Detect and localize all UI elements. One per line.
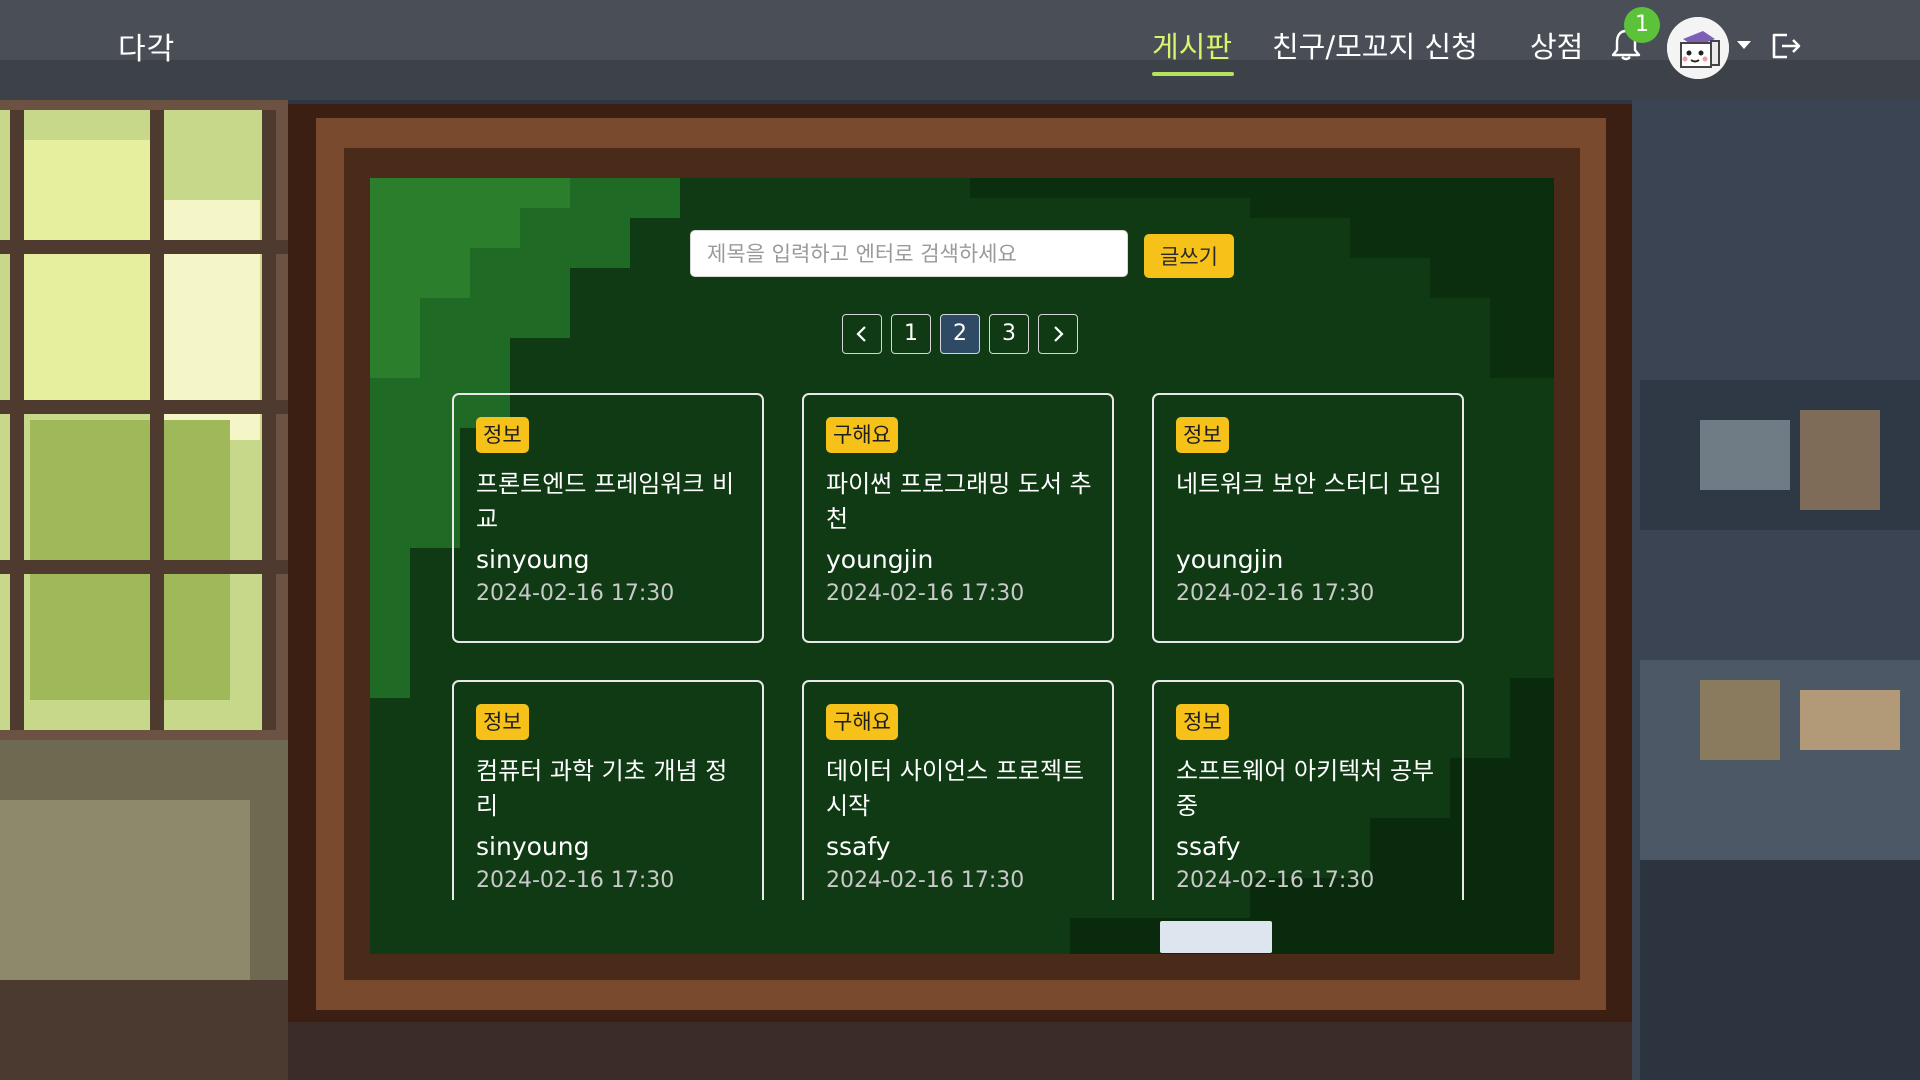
post-tag: 정보 <box>476 417 529 453</box>
post-title: 컴퓨터 과학 기초 개념 정리 <box>476 757 728 820</box>
pagination-prev-button[interactable] <box>842 314 882 354</box>
active-nav-indicator <box>1152 72 1234 76</box>
avatar-character-icon <box>1667 17 1729 79</box>
pagination-next-button[interactable] <box>1038 314 1078 354</box>
pagination-page-1[interactable]: 1 <box>891 314 931 354</box>
post-date: 2024-02-16 17:30 <box>826 581 1025 606</box>
post-tag: 정보 <box>1176 704 1229 740</box>
post-grid: 정보 프론트엔드 프레임워크 비교 sinyoung 2024-02-16 17… <box>440 380 1480 900</box>
write-button[interactable]: 글쓰기 <box>1144 234 1234 278</box>
post-author: ssafy <box>826 832 891 861</box>
post-date: 2024-02-16 17:30 <box>826 868 1025 893</box>
post-author: youngjin <box>826 545 934 574</box>
post-card[interactable]: 정보 프론트엔드 프레임워크 비교 sinyoung 2024-02-16 17… <box>452 393 764 643</box>
chevron-left-icon <box>856 326 866 342</box>
post-date: 2024-02-16 17:30 <box>476 581 675 606</box>
post-title: 소프트웨어 아키텍처 공부 중 <box>1176 757 1435 820</box>
post-title: 프론트엔드 프레임워크 비교 <box>476 470 735 533</box>
post-tag: 정보 <box>476 704 529 740</box>
horizontal-scrollbar-thumb[interactable] <box>1160 921 1272 953</box>
post-author: youngjin <box>1176 545 1284 574</box>
chevron-down-icon[interactable] <box>1735 38 1753 52</box>
post-date: 2024-02-16 17:30 <box>1176 868 1375 893</box>
post-title: 파이썬 프로그래밍 도서 추천 <box>826 470 1092 533</box>
post-title: 데이터 사이언스 프로젝트 시작 <box>826 757 1085 820</box>
post-tag: 정보 <box>1176 417 1229 453</box>
post-card[interactable]: 정보 소프트웨어 아키텍처 공부 중 ssafy 2024-02-16 17:3… <box>1152 680 1464 900</box>
chevron-right-icon <box>1054 326 1064 342</box>
logout-icon[interactable] <box>1769 30 1803 62</box>
pagination-page-3[interactable]: 3 <box>989 314 1029 354</box>
avatar[interactable] <box>1667 17 1729 79</box>
post-author: sinyoung <box>476 832 590 861</box>
app-logo[interactable]: 다각 <box>118 24 175 68</box>
post-card[interactable]: 구해요 파이썬 프로그래밍 도서 추천 youngjin 2024-02-16 … <box>802 393 1114 643</box>
post-date: 2024-02-16 17:30 <box>476 868 675 893</box>
post-date: 2024-02-16 17:30 <box>1176 581 1375 606</box>
nav-board[interactable]: 게시판 <box>1152 24 1232 66</box>
nav-shop[interactable]: 상점 <box>1530 24 1583 66</box>
top-navigation: 다각 게시판 친구/모꼬지 신청 상점 1 <box>0 0 1920 90</box>
post-card[interactable]: 정보 컴퓨터 과학 기초 개념 정리 sinyoung 2024-02-16 1… <box>452 680 764 900</box>
post-card[interactable]: 정보 네트워크 보안 스터디 모임 youngjin 2024-02-16 17… <box>1152 393 1464 643</box>
post-tag: 구해요 <box>826 417 898 453</box>
pagination-page-2-current[interactable]: 2 <box>940 314 980 354</box>
post-title: 네트워크 보안 스터디 모임 <box>1176 470 1442 498</box>
nav-friends-request[interactable]: 친구/모꼬지 신청 <box>1272 24 1478 66</box>
notification-badge: 1 <box>1624 7 1660 43</box>
post-author: sinyoung <box>476 545 590 574</box>
post-card[interactable]: 구해요 데이터 사이언스 프로젝트 시작 ssafy 2024-02-16 17… <box>802 680 1114 900</box>
search-input[interactable] <box>690 230 1128 277</box>
post-author: ssafy <box>1176 832 1241 861</box>
post-tag: 구해요 <box>826 704 898 740</box>
